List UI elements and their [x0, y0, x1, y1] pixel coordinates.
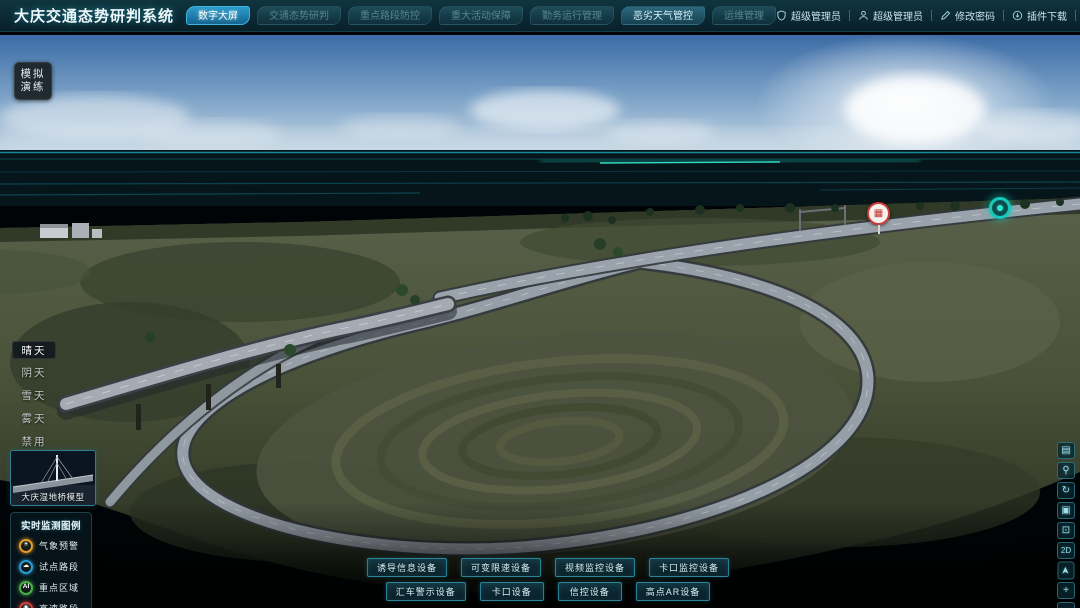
badge-icon — [776, 10, 787, 21]
fullscreen-icon[interactable]: ⊡ — [1057, 522, 1075, 539]
tab-traffic-analysis[interactable]: 交通态势研判 — [257, 6, 341, 25]
user-area: 超级管理员 超级管理员 修改密码 插件下载 — [776, 8, 1080, 23]
legend-item-pilot-road[interactable]: ☁ 试点路段 — [15, 556, 87, 577]
tab-digital-screen[interactable]: 数字大屏 — [186, 6, 250, 25]
btn-signal-control-device[interactable]: 信控设备 — [558, 582, 622, 601]
weather-warning-icon: ☀ — [19, 539, 33, 553]
compass-icon[interactable]: ➤ — [1058, 562, 1075, 580]
checkpoint-marker[interactable]: ▦ — [867, 202, 890, 234]
model-label: 大庆湿地桥模型 — [11, 491, 95, 503]
weather-option-cloudy[interactable]: 阴天 — [12, 364, 56, 382]
traffic-dashboard: 大庆交通态势研判系统 数字大屏 交通态势研判 重点路段防控 重大活动保障 勤务运… — [0, 0, 1080, 608]
btn-merge-warning-device[interactable]: 汇车警示设备 — [386, 582, 466, 601]
ai-area-icon: AI — [19, 581, 33, 595]
user-role[interactable]: 超级管理员 — [776, 8, 841, 23]
download-icon — [1012, 10, 1023, 21]
rotate-view-icon[interactable]: ↻ — [1057, 482, 1075, 499]
scene-3d-map[interactable] — [0, 32, 1080, 608]
model-thumbnail-card[interactable]: 大庆湿地桥模型 — [10, 450, 96, 506]
beacon-marker[interactable] — [989, 197, 1011, 219]
device-layer-buttons: 诱导信息设备 可变限速设备 视频监控设备 卡口监控设备 汇车警示设备 卡口设备 … — [367, 558, 729, 601]
highway-section-icon: ◉ — [19, 602, 33, 608]
mode-2d-icon[interactable]: 2D — [1057, 542, 1075, 559]
pencil-icon — [940, 10, 951, 21]
simulation-drill-button[interactable]: 模拟 演练 — [14, 62, 52, 100]
nav-tabs: 数字大屏 交通态势研判 重点路段防控 重大活动保障 勤务运行管理 恶劣天气管控 … — [186, 6, 776, 25]
tab-major-event[interactable]: 重大活动保障 — [439, 6, 523, 25]
viewport-3d: ▦ 模拟 演练 晴天 阴天 雪天 雾天 禁用 — [0, 32, 1080, 608]
btn-checkpoint-monitor-device[interactable]: 卡口监控设备 — [649, 558, 729, 577]
tab-key-road-control[interactable]: 重点路段防控 — [348, 6, 432, 25]
btn-video-monitor-device[interactable]: 视频监控设备 — [555, 558, 635, 577]
legend-item-highway[interactable]: ◉ 高速路段 — [15, 598, 87, 608]
header-bar: 大庆交通态势研判系统 数字大屏 交通态势研判 重点路段防控 重大活动保障 勤务运… — [0, 0, 1080, 32]
zoom-out-icon[interactable]: − — [1057, 602, 1075, 608]
plugin-download-button[interactable]: 插件下载 — [1012, 8, 1067, 23]
tab-bad-weather[interactable]: 恶劣天气管控 — [621, 6, 705, 25]
location-pin-icon[interactable]: ⚲ — [1057, 462, 1075, 479]
person-icon — [858, 10, 869, 21]
legend-item-key-area[interactable]: AI 重点区域 — [15, 577, 87, 598]
weather-option-disable[interactable]: 禁用 — [12, 433, 56, 451]
divider — [1075, 10, 1076, 21]
weather-selector: 晴天 阴天 雪天 雾天 禁用 — [12, 341, 56, 451]
tab-ops-management[interactable]: 运维管理 — [712, 6, 776, 25]
divider — [849, 10, 850, 21]
btn-high-point-ar-device[interactable]: 高点AR设备 — [636, 582, 711, 601]
app-title: 大庆交通态势研判系统 — [14, 5, 174, 26]
zoom-in-icon[interactable]: + — [1057, 582, 1075, 599]
pilot-road-icon: ☁ — [19, 560, 33, 574]
checkpoint-camera-icon: ▦ — [867, 202, 890, 225]
sky — [0, 34, 1080, 170]
measure-icon[interactable]: ▤ — [1057, 442, 1075, 459]
weather-option-snow[interactable]: 雪天 — [12, 387, 56, 405]
btn-variable-speed-device[interactable]: 可变限速设备 — [461, 558, 541, 577]
tab-duty-operation[interactable]: 勤务运行管理 — [530, 6, 614, 25]
divider — [1003, 10, 1004, 21]
divider — [931, 10, 932, 21]
beacon-core — [997, 205, 1003, 211]
btn-guidance-info-device[interactable]: 诱导信息设备 — [367, 558, 447, 577]
weather-option-sunny[interactable]: 晴天 — [12, 341, 56, 359]
weather-option-fog[interactable]: 雾天 — [12, 410, 56, 428]
user-account[interactable]: 超级管理员 — [858, 8, 923, 23]
legend-item-weather[interactable]: ☀ 气象预警 — [15, 535, 87, 556]
map-toolbar: ▤ ⚲ ↻ ▣ ⊡ 2D ➤ + − — [1057, 442, 1075, 608]
horizon-grid — [0, 150, 1080, 206]
btn-checkpoint-device[interactable]: 卡口设备 — [480, 582, 544, 601]
change-password-button[interactable]: 修改密码 — [940, 8, 995, 23]
screenshot-icon[interactable]: ▣ — [1057, 502, 1075, 519]
legend-title: 实时监测图例 — [15, 518, 87, 532]
legend-panel: 实时监测图例 ☀ 气象预警 ☁ 试点路段 AI 重点区域 ◉ 高速路段 — [10, 512, 92, 608]
